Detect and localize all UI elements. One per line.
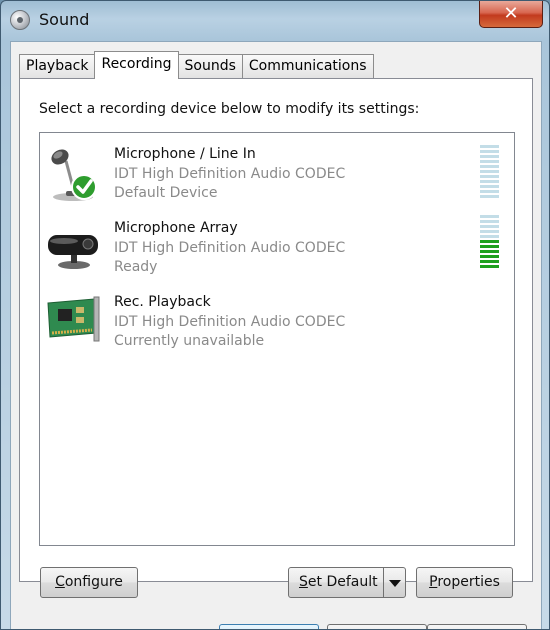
speaker-icon [10,10,30,30]
level-meter-segment [480,170,499,173]
webcam-icon [48,235,98,269]
tab-recording[interactable]: Recording [94,51,179,79]
title-bar[interactable]: Sound ✕ [1,1,549,41]
device-name: Microphone Array [114,220,238,236]
device-status: Default Device [114,185,218,201]
configure-label: onfigure [64,574,123,590]
set-default-mnemonic: S [299,574,308,590]
device-name: Rec. Playback [114,294,211,310]
device-description: IDT High Definition Audio CODEC [114,165,346,182]
properties-label: roperties [437,574,500,590]
level-meter-segment [480,255,499,258]
tab-playback[interactable]: Playback [19,54,96,78]
chevron-down-icon[interactable] [383,568,405,597]
device-info: Microphone Array IDT High Definition Aud… [114,219,345,278]
level-meter-segment [480,180,499,183]
level-meter-segment [480,195,499,198]
tab-communications[interactable]: Communications [241,54,374,78]
level-meter-segment [480,230,499,233]
sound-dialog-window: Sound ✕ Playback Recording Sounds Commun… [0,0,550,630]
level-meter-segment [480,240,499,243]
level-meter-segment [480,215,499,218]
level-meter [480,215,499,270]
close-button[interactable]: ✕ [479,1,543,28]
ok-button-edge[interactable] [219,624,319,629]
apply-button-edge[interactable] [427,624,527,629]
level-meter-segment [480,160,499,163]
level-meter-segment [480,245,499,248]
device-rec-playback[interactable]: Rec. Playback IDT High Definition Audio … [40,285,514,359]
level-meter-segment [480,265,499,268]
tab-sounds[interactable]: Sounds [177,54,243,78]
device-name: Microphone / Line In [114,146,256,162]
properties-button[interactable]: Properties [416,567,513,598]
instruction-text: Select a recording device below to modif… [39,101,420,117]
device-microphone-line-in[interactable]: Microphone / Line In IDT High Definition… [40,137,514,211]
level-meter [480,145,499,200]
device-description: IDT High Definition Audio CODEC [114,313,346,330]
configure-button[interactable]: Configure [40,567,138,598]
level-meter-segment [480,190,499,193]
level-meter-segment [480,250,499,253]
level-meter-segment [480,145,499,148]
device-status: Ready [114,259,158,275]
level-meter-segment [480,220,499,223]
level-meter-segment [480,225,499,228]
level-meter-segment [480,165,499,168]
window-title: Sound [39,10,90,29]
level-meter-segment [480,175,499,178]
configure-mnemonic: C [55,574,65,590]
set-default-split-button[interactable]: Set Default [288,567,406,598]
set-default-label: et Default [307,574,378,590]
device-status: Currently unavailable [114,333,265,349]
level-meter-segment [480,155,499,158]
level-meter-segment [480,150,499,153]
device-description: IDT High Definition Audio CODEC [114,239,346,256]
level-meter-segment [480,235,499,238]
recording-panel: Select a recording device below to modif… [19,78,533,598]
level-meter-segment [480,260,499,263]
tab-strip: Playback Recording Sounds Communications [19,51,374,79]
device-info: Microphone / Line In IDT High Definition… [114,145,345,204]
level-meter-segment [480,185,499,188]
device-list[interactable]: Microphone / Line In IDT High Definition… [39,132,515,546]
cancel-button-edge[interactable] [327,624,427,629]
dialog-client-area: Playback Recording Sounds Communications… [10,41,542,629]
device-info: Rec. Playback IDT High Definition Audio … [114,293,345,352]
device-microphone-array[interactable]: Microphone Array IDT High Definition Aud… [40,211,514,285]
sound-card-icon [47,296,100,342]
microphone-icon [51,149,97,201]
